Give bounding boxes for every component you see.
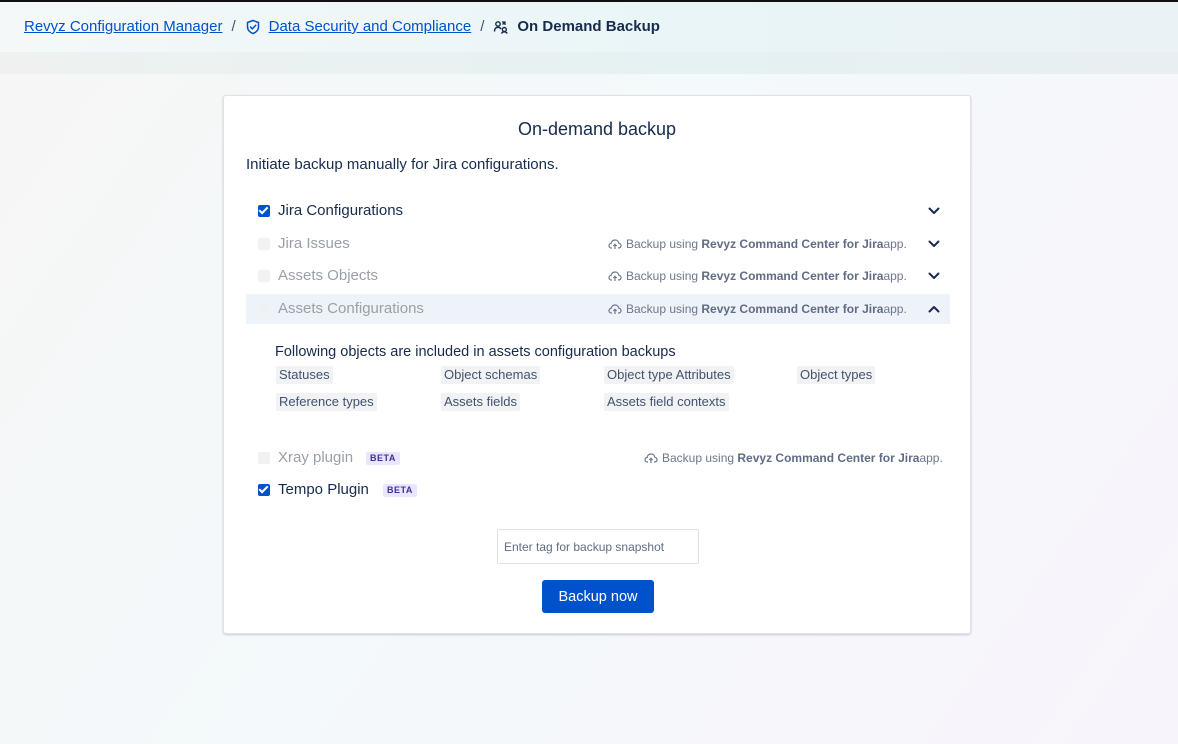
note-suffix: app.	[883, 237, 907, 251]
option-row-tempo-plugin: Tempo Plugin BETA	[246, 475, 950, 505]
option-row-assets-objects: Assets Objects Backup using Revyz Comman…	[246, 261, 950, 291]
breadcrumb-separator: /	[480, 18, 485, 35]
beta-badge: BETA	[366, 452, 400, 465]
option-label: Assets Configurations	[278, 300, 424, 317]
backup-app-note: Backup using Revyz Command Center for Ji…	[644, 451, 943, 465]
header-subbar	[0, 52, 1178, 74]
chevron-down-icon[interactable]	[926, 203, 942, 219]
option-row-jira-issues: Jira Issues Backup using Revyz Command C…	[246, 229, 950, 259]
note-suffix: app.	[883, 269, 907, 283]
option-label: Tempo Plugin	[278, 481, 369, 498]
page-header: Revyz Configuration Manager / Data Secur…	[0, 2, 1178, 52]
cloud-upload-icon	[608, 237, 622, 251]
object-chip: Object types	[797, 366, 876, 384]
object-chip: Object schemas	[441, 366, 541, 384]
note-suffix: app.	[919, 451, 943, 465]
breadcrumb: Revyz Configuration Manager / Data Secur…	[24, 18, 660, 35]
card-description: Initiate backup manually for Jira config…	[246, 156, 559, 173]
assets-panel-title: Following objects are included in assets…	[275, 344, 676, 360]
breadcrumb-current: On Demand Backup	[517, 18, 660, 35]
option-label: Jira Configurations	[278, 202, 404, 219]
breadcrumb-separator: /	[231, 18, 236, 35]
chevron-up-icon[interactable]	[926, 301, 942, 317]
note-prefix: Backup using	[626, 269, 699, 283]
note-app-name: Revyz Command Center for Jira	[701, 237, 884, 251]
option-label: Jira Issues	[278, 235, 350, 252]
tempo-plugin-checkbox[interactable]	[258, 484, 270, 496]
breadcrumb-root-link[interactable]: Revyz Configuration Manager	[24, 18, 222, 35]
note-prefix: Backup using	[662, 451, 735, 465]
cloud-upload-icon	[608, 302, 622, 316]
object-chip: Statuses	[276, 366, 333, 384]
assets-configurations-checkbox	[258, 303, 270, 315]
object-chip: Assets fields	[441, 393, 520, 411]
chevron-down-icon[interactable]	[926, 236, 942, 252]
jira-configurations-checkbox[interactable]	[258, 205, 270, 217]
backup-app-note: Backup using Revyz Command Center for Ji…	[608, 237, 907, 251]
backup-users-icon	[493, 19, 509, 35]
cloud-upload-icon	[644, 451, 658, 465]
note-app-name: Revyz Command Center for Jira	[737, 451, 920, 465]
assets-objects-checkbox	[258, 270, 270, 282]
object-chip: Assets field contexts	[604, 393, 729, 411]
cloud-upload-icon	[608, 269, 622, 283]
shield-check-icon	[245, 19, 261, 35]
card-title: On-demand backup	[517, 119, 677, 139]
xray-plugin-checkbox	[258, 452, 270, 464]
beta-badge: BETA	[383, 484, 417, 497]
option-row-jira-configurations: Jira Configurations	[246, 196, 950, 226]
note-prefix: Backup using	[626, 237, 699, 251]
note-prefix: Backup using	[626, 302, 699, 316]
backup-card: On-demand backup Initiate backup manuall…	[223, 95, 971, 634]
note-suffix: app.	[883, 302, 907, 316]
jira-issues-checkbox	[258, 238, 270, 250]
object-chip: Object type Attributes	[604, 366, 734, 384]
backup-now-button[interactable]: Backup now	[542, 580, 654, 613]
chevron-down-icon[interactable]	[926, 268, 942, 284]
note-app-name: Revyz Command Center for Jira	[701, 269, 884, 283]
breadcrumb-section-link[interactable]: Data Security and Compliance	[269, 18, 472, 35]
option-label: Xray plugin	[278, 449, 354, 466]
option-row-assets-configurations: Assets Configurations Backup using Revyz…	[246, 294, 950, 324]
backup-tag-input[interactable]	[497, 529, 699, 564]
option-row-xray-plugin: Xray plugin BETA Backup using Revyz Comm…	[246, 443, 950, 473]
object-chip: Reference types	[276, 393, 377, 411]
option-label: Assets Objects	[278, 267, 379, 284]
backup-app-note: Backup using Revyz Command Center for Ji…	[608, 302, 907, 316]
backup-app-note: Backup using Revyz Command Center for Ji…	[608, 269, 907, 283]
note-app-name: Revyz Command Center for Jira	[701, 302, 884, 316]
